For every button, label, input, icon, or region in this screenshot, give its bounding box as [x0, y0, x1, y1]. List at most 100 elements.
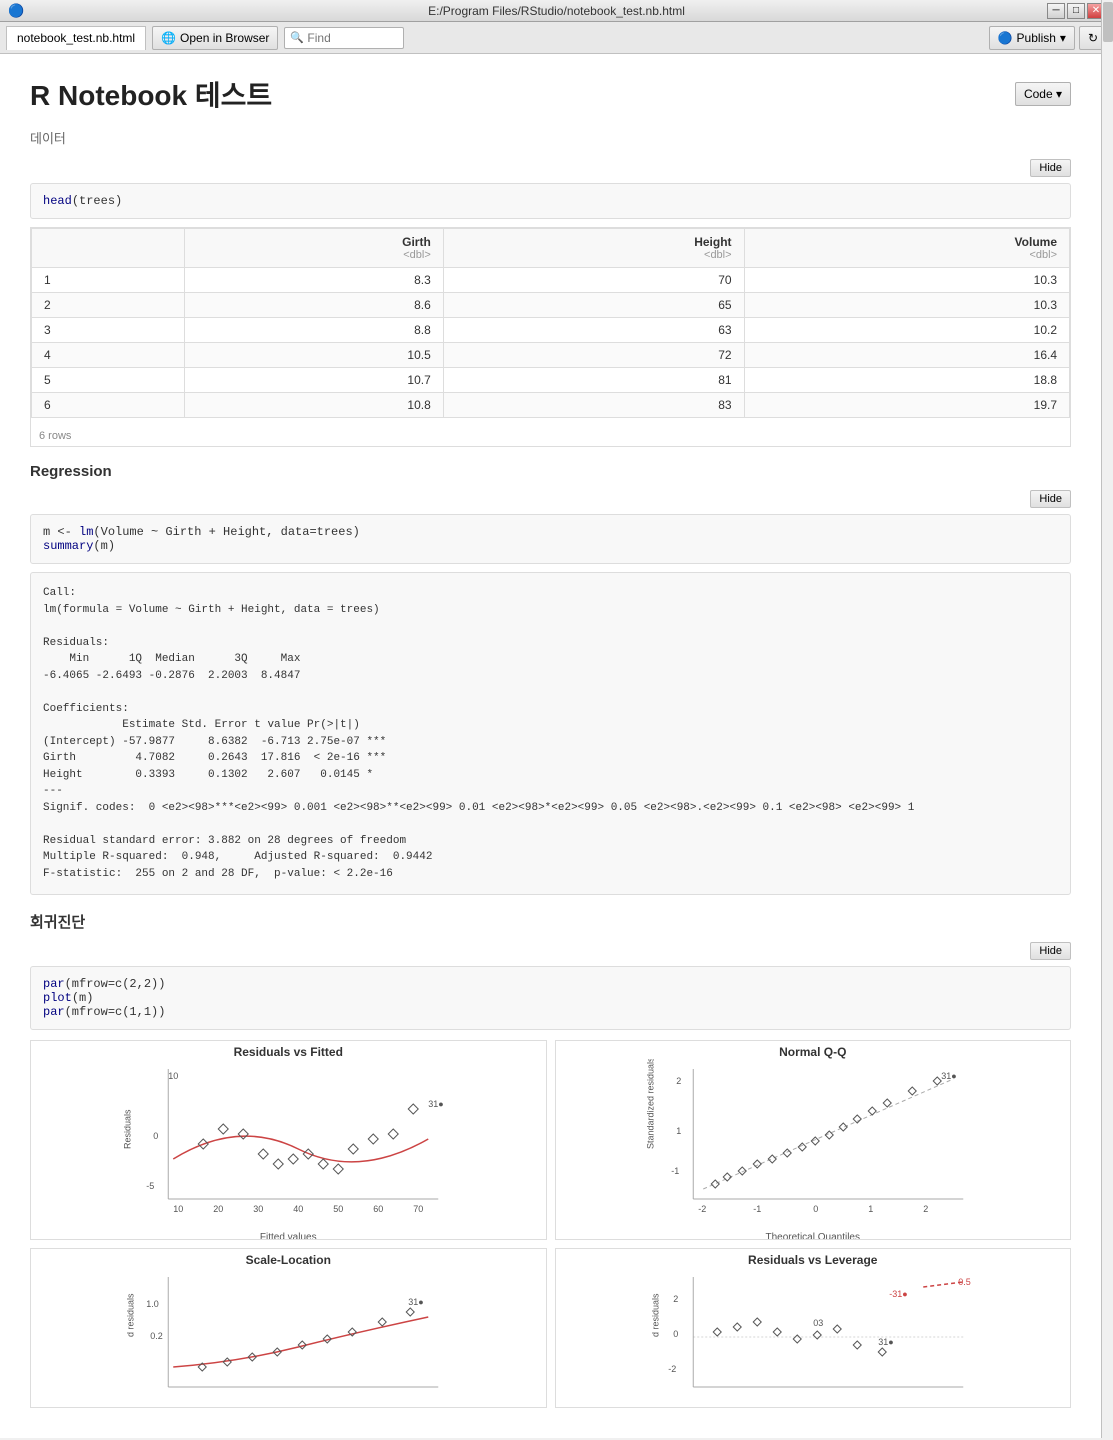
table-cell: 1: [32, 268, 185, 293]
chunk2-header: Hide: [30, 490, 1071, 512]
tab-notebook-label: notebook_test.nb.html: [17, 31, 135, 45]
table-cell: 4: [32, 343, 185, 368]
table-cell: 10.5: [184, 343, 443, 368]
svg-text:-1: -1: [753, 1204, 761, 1214]
table-cell: 3: [32, 318, 185, 343]
col-header-volume: Volume<dbl>: [744, 229, 1069, 268]
chunk3-code: par(mfrow=c(2,2)) plot(m) par(mfrow=c(1,…: [30, 966, 1071, 1030]
svg-text:Residuals: Residuals: [122, 1109, 132, 1149]
svg-text:0.2: 0.2: [150, 1331, 163, 1341]
chunk1-code: head(trees): [30, 183, 1071, 219]
plot3-box: Scale-Location 31●: [30, 1248, 547, 1408]
svg-text:2: 2: [923, 1204, 928, 1214]
plot4-box: Residuals vs Leverage 0.5: [555, 1248, 1072, 1408]
svg-text:10: 10: [173, 1204, 183, 1214]
hide-button-1[interactable]: Hide: [1030, 159, 1071, 177]
table-row: 18.37010.3: [32, 268, 1070, 293]
publish-dropdown-icon: ▾: [1060, 31, 1066, 45]
table-cell: 8.8: [184, 318, 443, 343]
svg-text:40: 40: [293, 1204, 303, 1214]
minimize-button[interactable]: ─: [1047, 3, 1065, 19]
table-row: 28.66510.3: [32, 293, 1070, 318]
table-cell: 18.8: [744, 368, 1069, 393]
plot2-title: Normal Q-Q: [556, 1045, 1071, 1059]
output-block: Call: lm(formula = Volume ~ Girth + Heig…: [30, 572, 1071, 895]
toolbar: notebook_test.nb.html 🌐 Open in Browser …: [0, 22, 1113, 54]
app-icon: 🔵: [8, 3, 24, 19]
table-row: 610.88319.7: [32, 393, 1070, 418]
table-cell: 10.3: [744, 293, 1069, 318]
plot2-x-label: Theoretical Quantiles: [556, 1232, 1071, 1240]
publish-button[interactable]: 🔵 Publish ▾: [989, 26, 1075, 50]
publish-icon: 🔵: [998, 31, 1013, 45]
table-cell: 63: [443, 318, 744, 343]
hide-button-2[interactable]: Hide: [1030, 490, 1071, 508]
chunk3-container: Hide par(mfrow=c(2,2)) plot(m) par(mfrow…: [30, 942, 1071, 1030]
svg-text:30: 30: [253, 1204, 263, 1214]
svg-text:2: 2: [676, 1076, 681, 1086]
plot3-title: Scale-Location: [31, 1253, 546, 1267]
plot4-svg: 0.5 03 31●: [556, 1267, 1071, 1407]
col-header-index: [32, 229, 185, 268]
open-browser-button[interactable]: 🌐 Open in Browser: [152, 26, 278, 50]
svg-text:31●: 31●: [408, 1297, 423, 1307]
svg-text:0: 0: [673, 1329, 678, 1339]
table-header-row: Girth<dbl> Height<dbl> Volume<dbl>: [32, 229, 1070, 268]
plot2-box: Normal Q-Q: [555, 1040, 1072, 1240]
row-count: 6 rows: [31, 426, 1070, 446]
scrollbar[interactable]: [1101, 0, 1113, 1438]
data-table: Girth<dbl> Height<dbl> Volume<dbl> 18.37…: [31, 228, 1070, 418]
svg-text:0.5: 0.5: [958, 1277, 971, 1287]
table-row: 38.86310.2: [32, 318, 1070, 343]
table-cell: 8.6: [184, 293, 443, 318]
plots-row2: Scale-Location 31●: [30, 1248, 1071, 1408]
plot1-title: Residuals vs Fitted: [31, 1045, 546, 1059]
publish-label: Publish: [1017, 31, 1056, 45]
svg-text:03: 03: [813, 1318, 823, 1328]
scrollbar-thumb[interactable]: [1103, 2, 1113, 42]
table-cell: 19.7: [744, 393, 1069, 418]
table-cell: 2: [32, 293, 185, 318]
hide-button-3[interactable]: Hide: [1030, 942, 1071, 960]
table-cell: 72: [443, 343, 744, 368]
table-row: 410.57216.4: [32, 343, 1070, 368]
svg-text:60: 60: [373, 1204, 383, 1214]
section1-label: 데이터: [30, 128, 1071, 147]
plot1-svg: 31● 10 0 -5 10 20 30 40 50 60 70 Residua…: [31, 1059, 546, 1229]
search-icon: 🔍: [290, 31, 304, 44]
table-cell: 81: [443, 368, 744, 393]
plot1-x-label: Fitted values: [31, 1232, 546, 1240]
svg-text:Standardized residuals: Standardized residuals: [645, 1059, 655, 1149]
section3-label: 회귀진단: [30, 911, 1071, 932]
table-cell: 8.3: [184, 268, 443, 293]
svg-text:1: 1: [868, 1204, 873, 1214]
svg-text:-1: -1: [671, 1166, 679, 1176]
window-title: E:/Program Files/RStudio/notebook_test.n…: [428, 4, 685, 18]
code-line1: m <- lm(Volume ~ Girth + Height, data=tr…: [43, 525, 1058, 539]
browser-icon: 🌐: [161, 31, 176, 45]
table-row: 510.78118.8: [32, 368, 1070, 393]
svg-text:31●: 31●: [878, 1337, 893, 1347]
svg-text:-5: -5: [146, 1181, 154, 1191]
svg-text:31●: 31●: [428, 1099, 443, 1109]
code-button[interactable]: Code ▾: [1015, 82, 1071, 106]
svg-text:1.0: 1.0: [146, 1299, 159, 1309]
chunk3-line2: plot(m): [43, 991, 1058, 1005]
code-arg: trees: [79, 194, 115, 208]
data-table-container: Girth<dbl> Height<dbl> Volume<dbl> 18.37…: [30, 227, 1071, 447]
maximize-button[interactable]: □: [1067, 3, 1085, 19]
svg-text:-31●: -31●: [889, 1289, 907, 1299]
svg-text:-2: -2: [698, 1204, 706, 1214]
open-browser-label: Open in Browser: [180, 31, 269, 45]
svg-text:50: 50: [333, 1204, 343, 1214]
code-line2: summary(m): [43, 539, 1058, 553]
svg-text:0: 0: [153, 1131, 158, 1141]
table-cell: 10.2: [744, 318, 1069, 343]
plots-row1: Residuals vs Fitted: [30, 1040, 1071, 1240]
plot2-svg: 31● 2 1 -1 -2 -1 0 1 2 Standardized resi…: [556, 1059, 1071, 1229]
toolbar-right: 🔵 Publish ▾ ↻: [989, 26, 1107, 50]
svg-text:70: 70: [413, 1204, 423, 1214]
table-cell: 10.8: [184, 393, 443, 418]
tab-notebook[interactable]: notebook_test.nb.html: [6, 26, 146, 50]
chunk2-code: m <- lm(Volume ~ Girth + Height, data=tr…: [30, 514, 1071, 564]
